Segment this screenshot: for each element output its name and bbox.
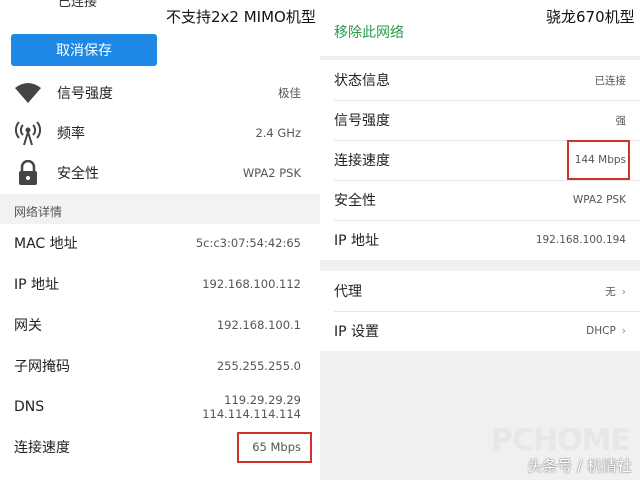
signal-strength-label-right: 信号强度 [334, 113, 390, 129]
right-caption: 骁龙670机型 [546, 8, 635, 26]
security-value-right: WPA2 PSK [572, 194, 626, 206]
gateway-row: 网关 192.168.100.1 [0, 312, 320, 338]
link-speed-label-right: 连接速度 [334, 153, 390, 169]
frequency-label: 频率 [57, 126, 85, 142]
watermark-logo: PCHOME [491, 423, 631, 458]
ip-address-label-right: IP 地址 [334, 233, 380, 249]
frequency-value: 2.4 GHz [255, 126, 301, 140]
right-top-bar: 移除此网络 骁龙670机型 [320, 0, 640, 56]
watermark-text: 头条号 / 机情社 [527, 457, 632, 475]
gateway-value: 192.168.100.1 [216, 318, 301, 332]
security-row-right: 安全性 WPA2 PSK [320, 180, 640, 220]
dns-label: DNS [14, 399, 45, 415]
subnet-mask-value: 255.255.255.0 [216, 359, 301, 373]
dns-row: DNS 119.29.29.29 114.114.114.114 [0, 392, 320, 422]
dns-primary: 119.29.29.29 [224, 393, 301, 407]
signal-strength-value: 极佳 [278, 86, 301, 100]
ip-settings-label: IP 设置 [334, 324, 380, 340]
lock-icon [14, 159, 42, 187]
signal-strength-row: 信号强度 极佳 [0, 78, 320, 108]
proxy-value: 无 › [605, 285, 626, 298]
security-row: 安全性 WPA2 PSK [0, 158, 320, 188]
ip-address-label: IP 地址 [14, 277, 60, 293]
mac-address-label: MAC 地址 [14, 236, 78, 252]
signal-strength-label: 信号强度 [57, 86, 113, 102]
network-details-header: 网络详情 [14, 205, 63, 219]
subnet-mask-row: 子网掩码 255.255.255.0 [0, 353, 320, 379]
left-screenshot-panel: 已连接 不支持2x2 MIMO机型 取消保存 信号强度 极佳 频率 2.4 GH… [0, 0, 320, 480]
connection-status-partial: 已连接 [58, 0, 98, 10]
cancel-save-button[interactable]: 取消保存 [11, 34, 157, 66]
ip-address-value-right: 192.168.100.194 [535, 234, 626, 246]
subnet-mask-label: 子网掩码 [14, 359, 70, 375]
ip-address-value: 192.168.100.112 [202, 277, 301, 291]
link-speed-highlight-box [237, 432, 312, 463]
frequency-row: 频率 2.4 GHz [0, 118, 320, 148]
mac-address-row: MAC 地址 5c:c3:07:54:42:65 [0, 230, 320, 256]
chevron-right-icon: › [621, 325, 626, 337]
signal-strength-value-right: 强 [615, 114, 627, 127]
link-speed-highlight-box-right [567, 140, 630, 180]
proxy-row[interactable]: 代理 无 › [320, 271, 640, 311]
signal-strength-row-right: 信号强度 强 [320, 100, 640, 140]
wifi-icon [14, 79, 42, 107]
ip-address-row: IP 地址 192.168.100.112 [0, 271, 320, 297]
security-label: 安全性 [57, 166, 99, 182]
proxy-label: 代理 [334, 284, 362, 300]
right-screenshot-panel: 移除此网络 骁龙670机型 状态信息 已连接 信号强度 强 连接速度 144 M… [320, 0, 640, 480]
link-speed-label: 连接速度 [14, 440, 70, 456]
dns-secondary: 114.114.114.114 [202, 407, 301, 421]
forget-network-button[interactable]: 移除此网络 [334, 22, 404, 42]
status-info-row: 状态信息 已连接 [320, 60, 640, 100]
dns-values: 119.29.29.29 114.114.114.114 [202, 393, 301, 421]
status-info-value: 已连接 [594, 74, 627, 87]
ip-settings-row[interactable]: IP 设置 DHCP › [320, 311, 640, 351]
ip-settings-value: DHCP › [586, 325, 626, 337]
status-info-label: 状态信息 [334, 73, 390, 89]
antenna-icon [14, 119, 42, 147]
left-caption: 不支持2x2 MIMO机型 [166, 8, 316, 26]
settings-card: 代理 无 › IP 设置 DHCP › [320, 271, 640, 351]
gateway-label: 网关 [14, 318, 42, 334]
security-value: WPA2 PSK [242, 166, 301, 180]
ip-address-row-right: IP 地址 192.168.100.194 [320, 220, 640, 260]
chevron-right-icon: › [621, 285, 626, 298]
security-label-right: 安全性 [334, 193, 376, 209]
mac-address-value: 5c:c3:07:54:42:65 [195, 236, 301, 250]
